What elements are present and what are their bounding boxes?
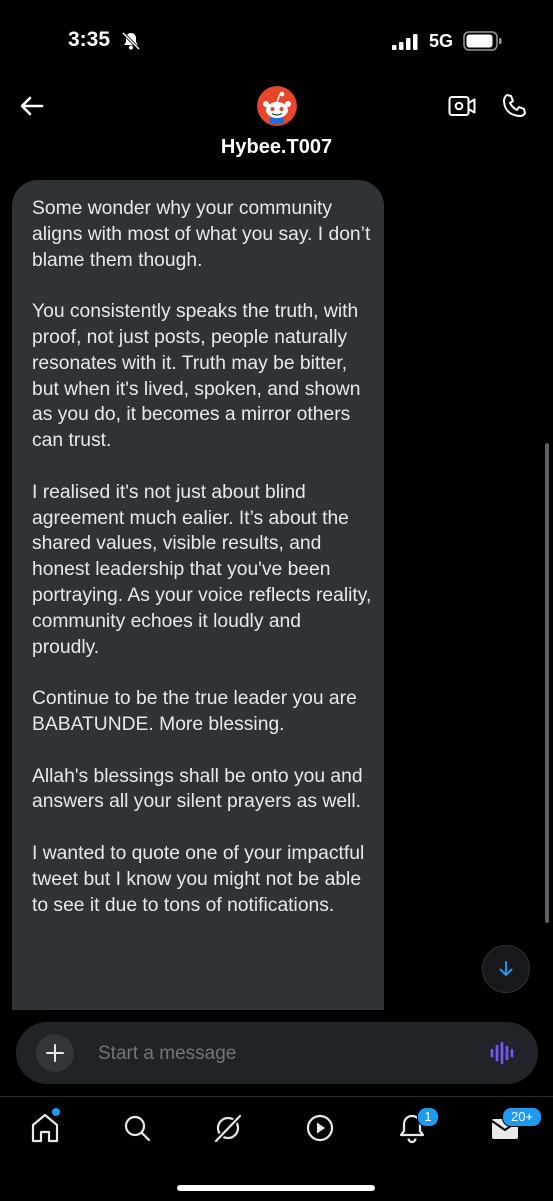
voice-message-icon[interactable] xyxy=(490,1041,516,1065)
network-type: 5G xyxy=(429,31,454,51)
home-unread-dot xyxy=(52,1108,60,1116)
status-bar: 3:35 5G xyxy=(0,0,553,80)
scroll-to-bottom-button[interactable] xyxy=(482,945,530,993)
status-time: 3:35 xyxy=(68,28,111,51)
back-arrow-icon[interactable] xyxy=(18,92,46,120)
play-circle-icon[interactable] xyxy=(303,1111,337,1145)
plus-icon xyxy=(46,1044,64,1062)
grok-icon[interactable] xyxy=(211,1111,245,1145)
message-composer xyxy=(16,1022,538,1084)
bell-slash-icon xyxy=(121,31,141,51)
battery-icon xyxy=(463,31,502,51)
conversation-username[interactable]: Hybee.T007 xyxy=(0,136,553,159)
video-call-icon[interactable] xyxy=(448,95,476,117)
messages-badge: 20+ xyxy=(502,1107,542,1127)
conversation-header: Hybee.T007 xyxy=(0,80,553,170)
reddit-alien-avatar-icon xyxy=(257,86,297,126)
search-icon[interactable] xyxy=(120,1111,154,1145)
avatar[interactable] xyxy=(257,86,297,126)
add-media-button[interactable] xyxy=(36,1034,74,1072)
signal-icon xyxy=(392,34,418,50)
arrow-down-icon xyxy=(499,961,513,976)
phone-call-icon[interactable] xyxy=(500,92,528,120)
message-text: Some wonder why your community aligns wi… xyxy=(32,198,372,916)
home-icon[interactable] xyxy=(28,1111,62,1145)
notifications-badge: 1 xyxy=(417,1107,439,1127)
scrollbar[interactable] xyxy=(545,443,549,923)
home-indicator[interactable] xyxy=(177,1185,375,1191)
message-input[interactable] xyxy=(96,1034,460,1074)
